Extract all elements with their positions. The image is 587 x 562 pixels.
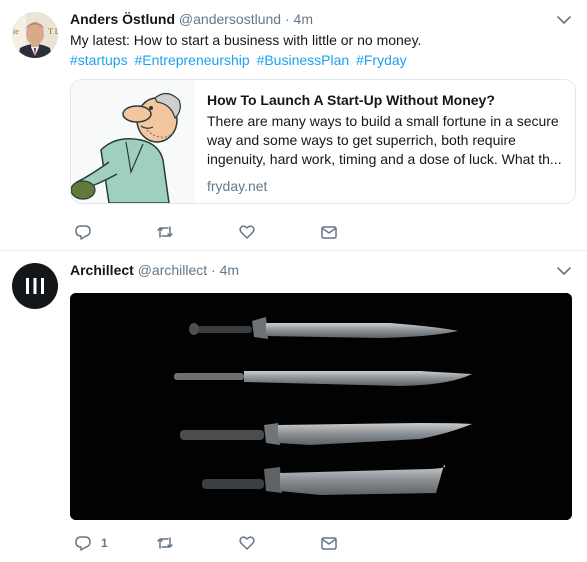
timestamp[interactable]: 4m <box>294 11 313 27</box>
reply-button[interactable] <box>74 222 156 242</box>
retweet-button[interactable] <box>156 533 238 553</box>
direct-message-icon <box>321 226 337 239</box>
direct-message-button[interactable] <box>320 222 402 242</box>
tweet-text: My latest: How to start a business with … <box>70 32 422 48</box>
separator-dot: · <box>211 262 216 278</box>
hashtag-businessplan[interactable]: #BusinessPlan <box>257 52 350 68</box>
reply-icon <box>75 536 91 551</box>
direct-message-button[interactable] <box>320 533 402 553</box>
tweet-actions: 1 <box>70 533 402 553</box>
card-body: How To Launch A Start-Up Without Money? … <box>195 80 575 203</box>
tweet[interactable]: Archillect @archillect · 4m 1 <box>0 251 587 562</box>
tweet-actions <box>70 222 402 242</box>
caret-down-icon[interactable] <box>557 12 571 24</box>
author-name[interactable]: Archillect <box>70 262 134 278</box>
like-icon <box>239 225 255 239</box>
retweet-icon <box>157 226 173 238</box>
retweet-button[interactable] <box>156 222 238 242</box>
hashtag-list: #startups #Entrepreneurship #BusinessPla… <box>70 50 573 70</box>
like-button[interactable] <box>238 222 320 242</box>
avatar[interactable] <box>12 263 58 309</box>
hashtag-fryday[interactable]: #Fryday <box>356 52 407 68</box>
author-handle[interactable]: @archillect <box>138 262 207 278</box>
direct-message-icon <box>321 537 337 550</box>
avatar[interactable]: ie T D <box>12 12 58 58</box>
archillect-logo-icon <box>26 278 44 294</box>
card-domain: fryday.net <box>207 178 268 194</box>
separator-dot: · <box>284 11 290 27</box>
timestamp[interactable]: 4m <box>220 262 239 278</box>
reply-button[interactable]: 1 <box>74 533 156 553</box>
swords-image <box>70 293 572 520</box>
link-card[interactable]: How To Launch A Start-Up Without Money? … <box>70 79 576 204</box>
like-button[interactable] <box>238 533 320 553</box>
like-icon <box>239 536 255 550</box>
card-title: How To Launch A Start-Up Without Money? <box>207 92 495 108</box>
hashtag-entrepreneurship[interactable]: #Entrepreneurship <box>134 52 249 68</box>
tweet-header: Archillect @archillect · 4m <box>70 261 547 279</box>
avatar-photo: ie T D <box>12 12 58 58</box>
retweet-icon <box>157 537 173 549</box>
reply-count: 1 <box>101 536 108 550</box>
media-image[interactable] <box>70 293 572 520</box>
svg-text:ie: ie <box>13 27 19 36</box>
tweet[interactable]: ie T D Anders Östlund @andersostlund · 4… <box>0 0 587 250</box>
caret-down-icon[interactable] <box>557 263 571 275</box>
hashtag-startups[interactable]: #startups <box>70 52 128 68</box>
card-description: There are many ways to build a small for… <box>207 113 562 167</box>
svg-text:T D: T D <box>48 27 58 36</box>
reply-icon <box>75 225 91 240</box>
author-handle[interactable]: @andersostlund <box>179 11 281 27</box>
tweet-header: Anders Östlund @andersostlund · 4m <box>70 10 547 28</box>
card-image <box>71 80 195 203</box>
author-name[interactable]: Anders Östlund <box>70 11 175 27</box>
